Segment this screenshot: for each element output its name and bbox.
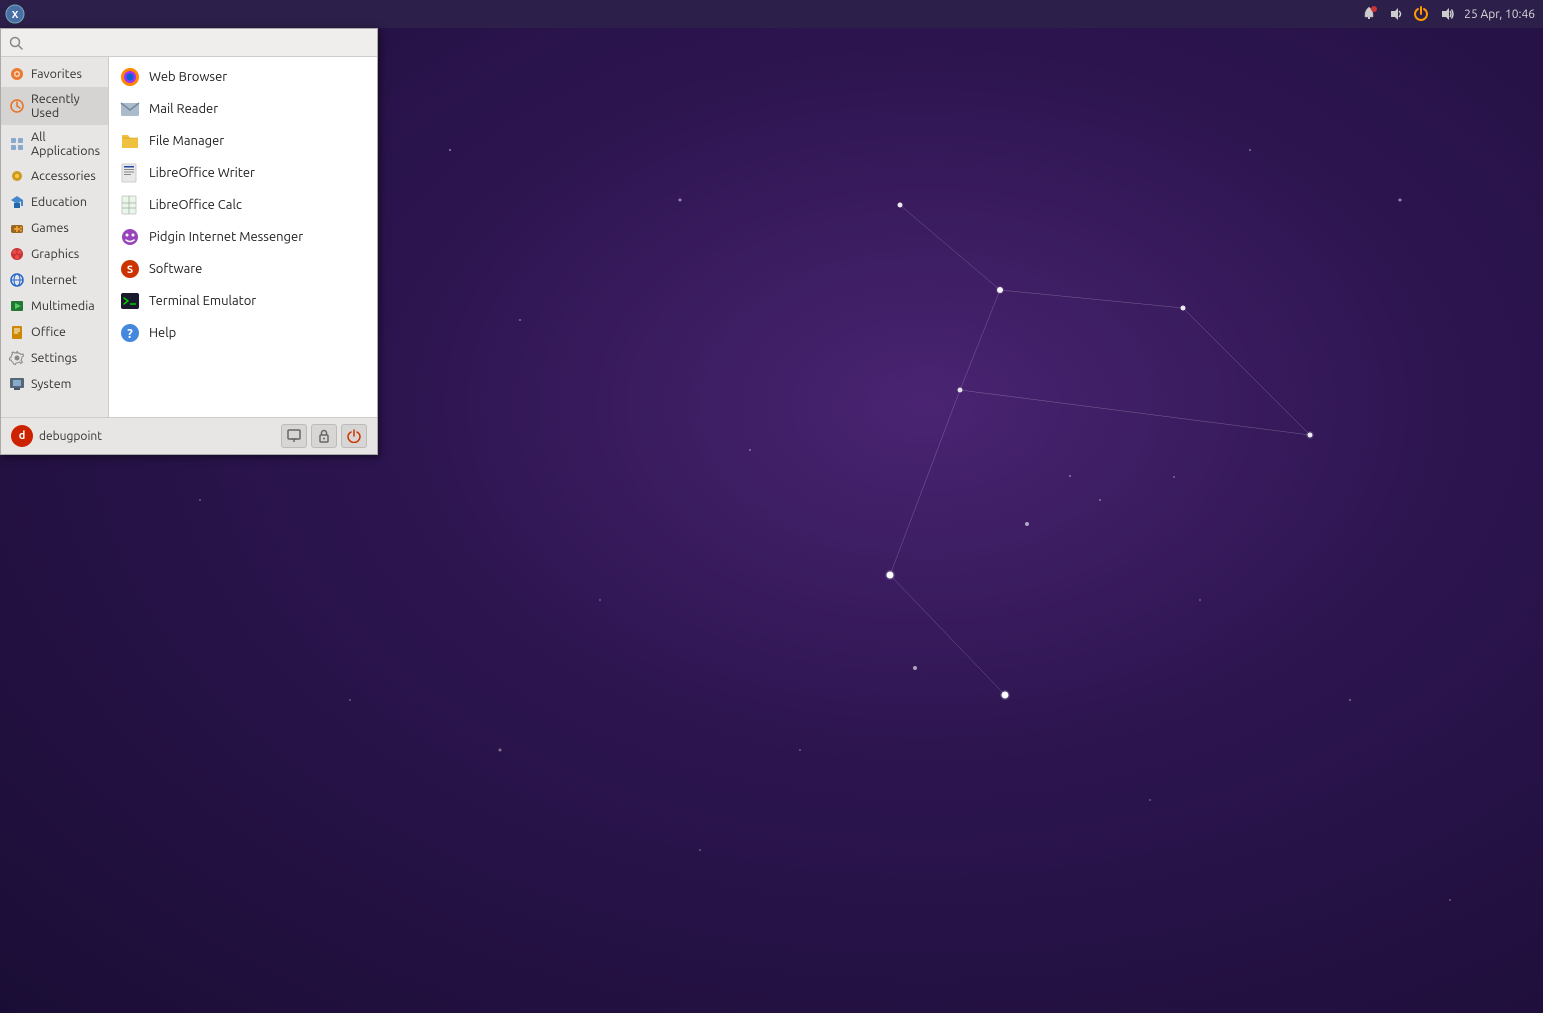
- footer-username: debugpoint: [39, 430, 102, 443]
- sidebar-item-games-label: Games: [31, 221, 69, 235]
- recently-used-icon: [9, 98, 25, 114]
- sidebar-item-recently-used[interactable]: Recently Used: [1, 87, 108, 125]
- sidebar-item-all-applications-label: All Applications: [31, 130, 100, 158]
- footer-user: d debugpoint: [11, 425, 273, 447]
- search-icon: [9, 36, 23, 50]
- notification-icon[interactable]: [1360, 5, 1378, 23]
- office-icon: [9, 324, 25, 340]
- settings-icon: [9, 350, 25, 366]
- svg-text:S: S: [127, 264, 133, 276]
- sidebar-item-education-label: Education: [31, 195, 87, 209]
- sidebar-item-internet[interactable]: Internet: [1, 267, 108, 293]
- software-icon: S: [119, 258, 141, 280]
- search-input[interactable]: [27, 35, 369, 50]
- app-item-file-manager-label: File Manager: [149, 134, 224, 148]
- footer-avatar: d: [11, 425, 33, 447]
- games-icon: [9, 220, 25, 236]
- footer-buttons: [281, 424, 367, 448]
- app-item-web-browser-label: Web Browser: [149, 70, 227, 84]
- power-manager-icon[interactable]: [1412, 5, 1430, 23]
- app-list: Web Browser Mail Reader: [109, 57, 377, 417]
- app-item-help[interactable]: ? Help: [109, 317, 377, 349]
- sidebar-item-internet-label: Internet: [31, 273, 77, 287]
- menu-footer: d debugpoint: [1, 417, 377, 454]
- libreoffice-calc-icon: [119, 194, 141, 216]
- internet-icon: [9, 272, 25, 288]
- terminal-icon: [119, 290, 141, 312]
- app-item-pidgin[interactable]: Pidgin Internet Messenger: [109, 221, 377, 253]
- system-icon: [9, 376, 25, 392]
- app-menu-logo[interactable]: X: [4, 3, 26, 25]
- sidebar-item-all-applications[interactable]: All Applications: [1, 125, 108, 163]
- sidebar-item-system[interactable]: System: [1, 371, 108, 397]
- app-item-software[interactable]: S Software: [109, 253, 377, 285]
- sidebar: Favorites Recently Used: [1, 57, 109, 417]
- power-btn[interactable]: [341, 424, 367, 448]
- app-item-libreoffice-calc[interactable]: LibreOffice Calc: [109, 189, 377, 221]
- app-item-libreoffice-writer[interactable]: LibreOffice Writer: [109, 157, 377, 189]
- app-item-terminal-label: Terminal Emulator: [149, 294, 256, 308]
- sidebar-item-office[interactable]: Office: [1, 319, 108, 345]
- multimedia-icon: [9, 298, 25, 314]
- app-menu: Favorites Recently Used: [0, 28, 378, 455]
- mail-reader-icon: [119, 98, 141, 120]
- taskbar-time: 25 Apr, 10:46: [1464, 8, 1535, 21]
- taskbar-right: 25 Apr, 10:46: [1360, 5, 1543, 23]
- sidebar-item-favorites[interactable]: Favorites: [1, 61, 108, 87]
- education-icon: [9, 194, 25, 210]
- audio-icon[interactable]: [1386, 5, 1404, 23]
- app-item-terminal[interactable]: Terminal Emulator: [109, 285, 377, 317]
- sidebar-item-multimedia[interactable]: Multimedia: [1, 293, 108, 319]
- web-browser-icon: [119, 66, 141, 88]
- sidebar-item-graphics[interactable]: Graphics: [1, 241, 108, 267]
- app-item-mail-reader[interactable]: Mail Reader: [109, 93, 377, 125]
- taskbar: X: [0, 0, 1543, 28]
- sidebar-item-games[interactable]: Games: [1, 215, 108, 241]
- xfce-logo-icon: X: [5, 4, 25, 24]
- libreoffice-writer-icon: [119, 162, 141, 184]
- screen-btn[interactable]: [281, 424, 307, 448]
- file-manager-icon: [119, 130, 141, 152]
- taskbar-left: X: [0, 3, 26, 25]
- sidebar-item-settings[interactable]: Settings: [1, 345, 108, 371]
- sidebar-item-multimedia-label: Multimedia: [31, 299, 95, 313]
- svg-text:X: X: [12, 9, 19, 20]
- pidgin-icon: [119, 226, 141, 248]
- app-item-pidgin-label: Pidgin Internet Messenger: [149, 230, 303, 244]
- all-applications-icon: [9, 136, 25, 152]
- sidebar-item-settings-label: Settings: [31, 351, 77, 365]
- volume-icon[interactable]: [1438, 5, 1456, 23]
- app-item-libreoffice-writer-label: LibreOffice Writer: [149, 166, 255, 180]
- help-icon: ?: [119, 322, 141, 344]
- app-item-software-label: Software: [149, 262, 202, 276]
- app-item-mail-reader-label: Mail Reader: [149, 102, 218, 116]
- app-item-web-browser[interactable]: Web Browser: [109, 61, 377, 93]
- menu-body: Favorites Recently Used: [1, 57, 377, 417]
- graphics-icon: [9, 246, 25, 262]
- sidebar-item-accessories-label: Accessories: [31, 169, 96, 183]
- sidebar-item-favorites-label: Favorites: [31, 67, 82, 81]
- sidebar-item-education[interactable]: Education: [1, 189, 108, 215]
- app-item-file-manager[interactable]: File Manager: [109, 125, 377, 157]
- lock-btn[interactable]: [311, 424, 337, 448]
- app-item-help-label: Help: [149, 326, 176, 340]
- app-item-libreoffice-calc-label: LibreOffice Calc: [149, 198, 242, 212]
- search-bar: [1, 29, 377, 57]
- sidebar-item-office-label: Office: [31, 325, 66, 339]
- sidebar-item-recently-used-label: Recently Used: [31, 92, 100, 120]
- svg-text:?: ?: [127, 327, 133, 341]
- sidebar-item-accessories[interactable]: Accessories: [1, 163, 108, 189]
- accessories-icon: [9, 168, 25, 184]
- sidebar-item-graphics-label: Graphics: [31, 247, 79, 261]
- sidebar-item-system-label: System: [31, 377, 71, 391]
- favorites-icon: [9, 66, 25, 82]
